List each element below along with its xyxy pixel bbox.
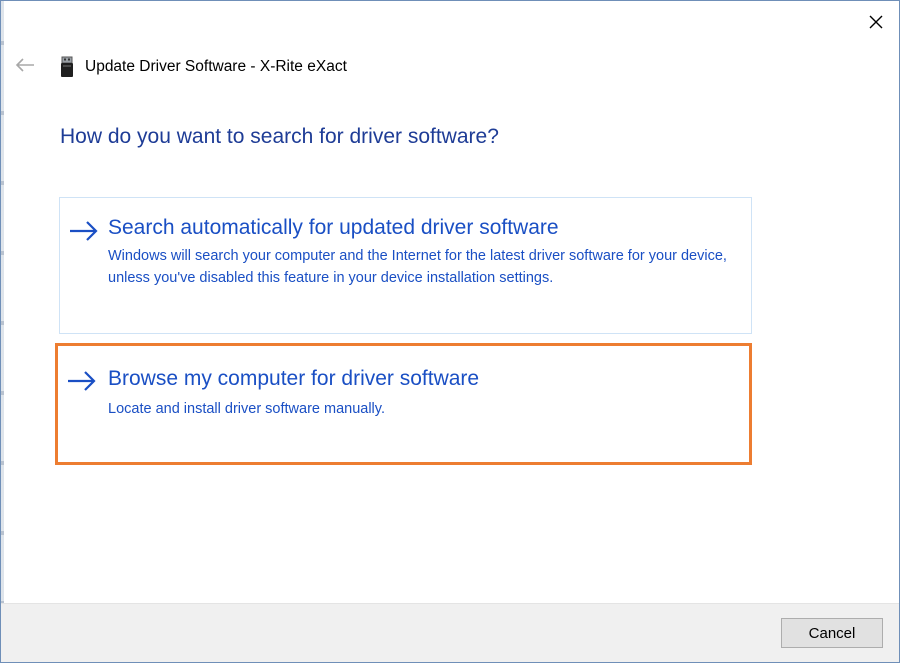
close-button[interactable] (859, 7, 893, 37)
browse-computer-option[interactable]: Browse my computer for driver software L… (55, 343, 752, 465)
option-title: Browse my computer for driver software (108, 367, 480, 390)
page-heading: How do you want to search for driver sof… (60, 125, 499, 148)
cancel-button[interactable]: Cancel (781, 618, 883, 648)
option-description: Locate and install driver software manua… (108, 401, 385, 417)
update-driver-dialog: Update Driver Software - X-Rite eXact Ho… (0, 0, 900, 663)
usb-device-icon (61, 56, 73, 77)
close-icon (869, 15, 883, 29)
background-window-edge (1, 1, 4, 662)
arrow-right-icon (70, 221, 98, 241)
option-description: Windows will search your computer and th… (108, 248, 727, 286)
dialog-title: Update Driver Software - X-Rite eXact (85, 58, 347, 75)
search-automatically-option[interactable]: Search automatically for updated driver … (59, 197, 752, 334)
back-button[interactable] (13, 53, 37, 77)
dialog-footer: Cancel (1, 603, 899, 662)
option-title: Search automatically for updated driver … (108, 216, 559, 239)
dialog-title-row: Update Driver Software - X-Rite eXact (59, 55, 347, 79)
arrow-right-icon (68, 371, 96, 391)
back-arrow-icon (15, 58, 34, 72)
